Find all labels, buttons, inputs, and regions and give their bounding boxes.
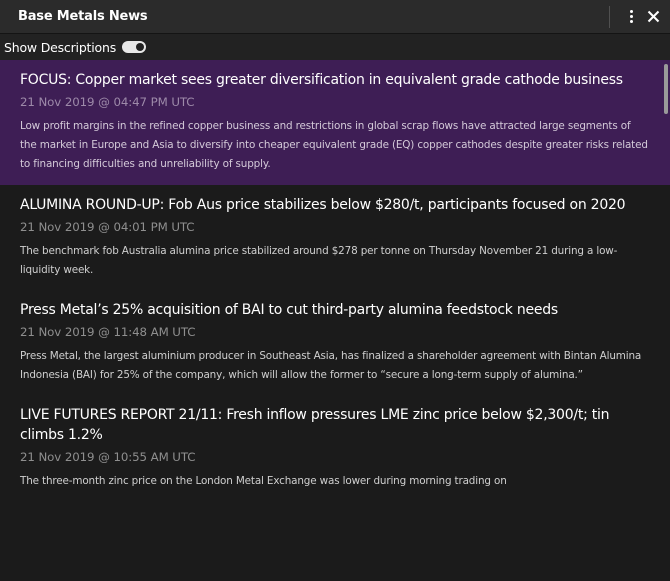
news-list: FOCUS: Copper market sees greater divers… <box>0 60 670 581</box>
scrollbar[interactable] <box>662 60 670 581</box>
news-title[interactable]: LIVE FUTURES REPORT 21/11: Fresh inflow … <box>20 405 650 445</box>
news-timestamp: 21 Nov 2019 @ 04:47 PM UTC <box>20 95 195 109</box>
news-timestamp: 21 Nov 2019 @ 04:01 PM UTC <box>20 220 195 234</box>
news-description: Low profit margins in the refined copper… <box>20 120 648 170</box>
base-metals-news-panel: Base Metals News Show Descriptions FOCUS… <box>0 0 670 581</box>
news-description: The benchmark fob Australia alumina pric… <box>20 245 618 276</box>
header-actions <box>609 0 664 33</box>
toggle-knob <box>136 43 145 51</box>
news-timestamp: 21 Nov 2019 @ 11:48 AM UTC <box>20 325 196 339</box>
close-icon[interactable] <box>642 4 664 30</box>
news-item[interactable]: FOCUS: Copper market sees greater divers… <box>0 60 670 185</box>
news-item[interactable]: Press Metal’s 25% acquisition of BAI to … <box>0 290 670 395</box>
news-description: The three-month zinc price on the London… <box>20 475 507 487</box>
scrollbar-thumb[interactable] <box>664 64 668 114</box>
news-title[interactable]: FOCUS: Copper market sees greater divers… <box>20 70 650 90</box>
header-divider <box>609 5 610 28</box>
show-descriptions-toggle[interactable] <box>122 41 147 53</box>
news-title[interactable]: Press Metal’s 25% acquisition of BAI to … <box>20 300 650 320</box>
news-description: Press Metal, the largest aluminium produ… <box>20 350 642 381</box>
show-descriptions-label: Show Descriptions <box>4 39 117 55</box>
news-item[interactable]: ALUMINA ROUND-UP: Fob Aus price stabiliz… <box>0 185 670 290</box>
panel-header: Base Metals News <box>0 0 670 34</box>
news-timestamp: 21 Nov 2019 @ 10:55 AM UTC <box>20 450 196 464</box>
news-title[interactable]: ALUMINA ROUND-UP: Fob Aus price stabiliz… <box>20 195 650 215</box>
vertical-ellipsis-icon[interactable] <box>620 4 642 30</box>
panel-title: Base Metals News <box>18 9 148 24</box>
news-item[interactable]: LIVE FUTURES REPORT 21/11: Fresh inflow … <box>0 395 670 501</box>
panel-toolbar: Show Descriptions <box>0 34 670 60</box>
